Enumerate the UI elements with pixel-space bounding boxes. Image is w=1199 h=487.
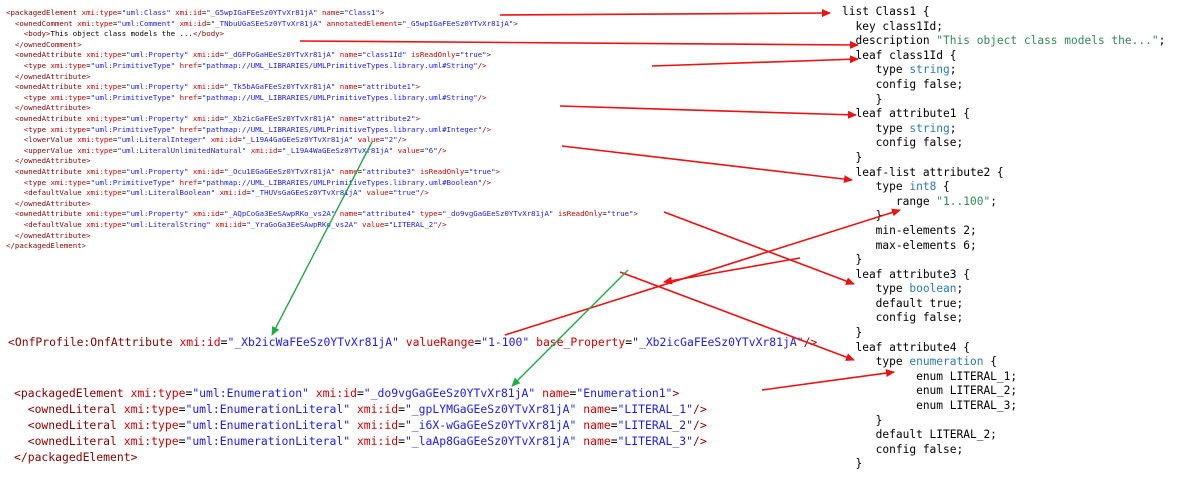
arrow-base-property-to-attribute2	[271, 141, 373, 336]
arrow-comment-to-description	[299, 40, 859, 49]
mapping-arrows	[271, 9, 901, 391]
arrow-attribute4-to-leaf	[619, 271, 855, 361]
arrow-valuerange-to-range	[504, 208, 901, 336]
arrow-class1id-to-leaf	[651, 55, 859, 67]
arrow-attribute2-to-leaflist	[561, 145, 853, 184]
arrow-attribute3-to-leaf	[663, 211, 855, 285]
arrow-enumeration-to-type	[761, 369, 895, 391]
arrow-attribute1-to-leaf	[559, 105, 857, 119]
arrow-readonly-to-config	[663, 257, 801, 285]
arrow-class-to-list	[499, 9, 831, 18]
